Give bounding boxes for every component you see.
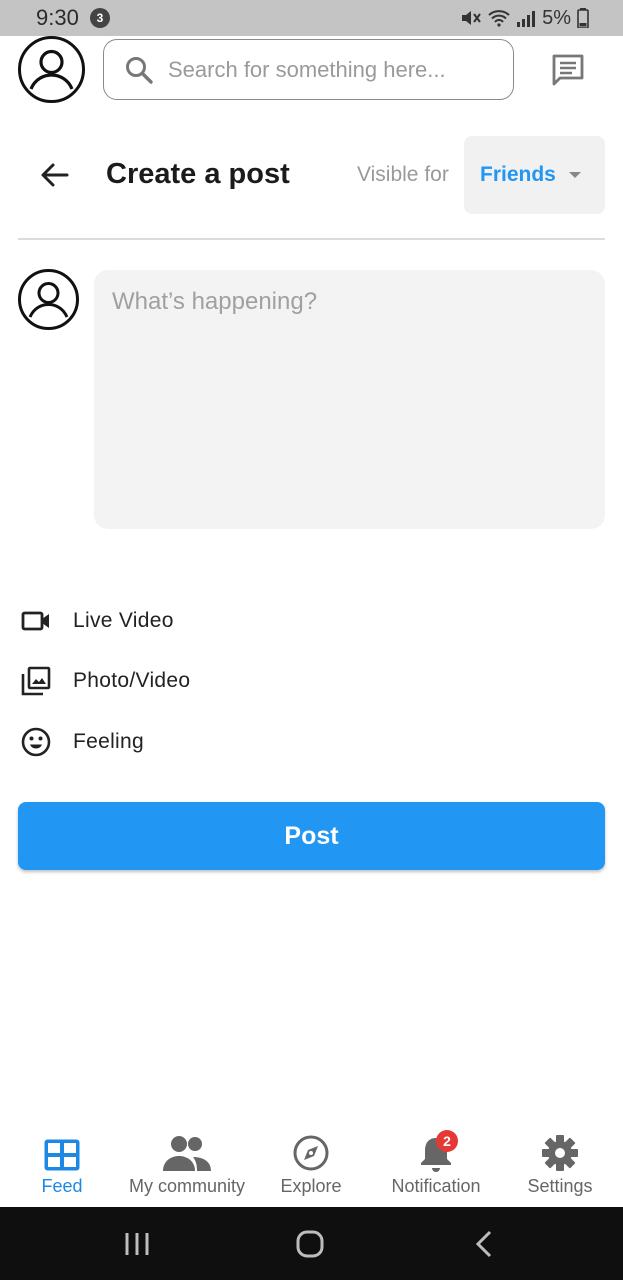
people-icon bbox=[163, 1128, 211, 1172]
system-navigation-bar bbox=[0, 1207, 623, 1280]
nav-label: Notification bbox=[391, 1176, 481, 1196]
search-box[interactable] bbox=[103, 39, 514, 100]
recent-apps-icon bbox=[125, 1233, 149, 1255]
search-input[interactable] bbox=[168, 56, 488, 83]
home-button[interactable] bbox=[294, 1229, 326, 1259]
nav-feed[interactable]: Feed bbox=[22, 1128, 102, 1207]
nav-explore[interactable]: Explore bbox=[271, 1128, 351, 1207]
user-avatar-icon bbox=[29, 49, 74, 90]
compass-icon bbox=[292, 1128, 330, 1172]
home-icon bbox=[296, 1230, 324, 1258]
visibility-dropdown[interactable]: Friends bbox=[464, 136, 605, 214]
battery-percent: 5% bbox=[542, 6, 571, 29]
notification-badge: 2 bbox=[436, 1130, 458, 1152]
recent-apps-button[interactable] bbox=[120, 1229, 154, 1259]
signal-icon bbox=[517, 11, 536, 27]
option-label: Live Video bbox=[73, 609, 174, 632]
option-label: Photo/Video bbox=[73, 669, 191, 692]
post-button[interactable]: Post bbox=[18, 802, 605, 870]
status-notification-count: 3 bbox=[90, 8, 110, 28]
option-live-video[interactable]: Live Video bbox=[18, 599, 418, 643]
visibility-value: Friends bbox=[480, 163, 556, 186]
bell-icon: 2 bbox=[418, 1128, 458, 1172]
status-time: 9:30 bbox=[36, 5, 79, 30]
nav-label: My community bbox=[128, 1176, 245, 1196]
messages-button[interactable] bbox=[550, 52, 586, 88]
option-photo-video[interactable]: Photo/Video bbox=[18, 659, 418, 703]
nav-label: Settings bbox=[527, 1176, 593, 1196]
back-button[interactable] bbox=[38, 158, 72, 192]
bottom-navigation: Feed My community Explore 2 Notification bbox=[0, 1128, 623, 1207]
post-text-input[interactable] bbox=[94, 270, 605, 529]
arrow-left-icon bbox=[41, 163, 69, 187]
nav-settings[interactable]: Settings bbox=[520, 1128, 600, 1207]
status-bar: 9:30 3 5% bbox=[0, 0, 623, 36]
nav-my-community[interactable]: My community bbox=[120, 1128, 254, 1207]
mute-icon bbox=[462, 11, 481, 25]
grid-icon bbox=[43, 1128, 81, 1172]
profile-avatar[interactable] bbox=[18, 36, 85, 103]
photo-library-icon bbox=[18, 663, 54, 699]
system-back-button[interactable] bbox=[470, 1229, 498, 1259]
battery-icon bbox=[577, 8, 589, 28]
nav-label: Feed bbox=[41, 1176, 83, 1196]
option-label: Feeling bbox=[73, 730, 144, 753]
wifi-icon bbox=[488, 10, 510, 27]
gear-icon bbox=[541, 1128, 579, 1172]
option-feeling[interactable]: Feeling bbox=[18, 720, 418, 764]
chat-icon bbox=[552, 54, 584, 86]
chevron-left-icon bbox=[475, 1230, 492, 1258]
video-camera-icon bbox=[18, 603, 54, 639]
page-title: Create a post bbox=[106, 158, 290, 190]
user-avatar-icon bbox=[28, 282, 69, 318]
status-icons: 5% bbox=[460, 6, 589, 30]
smiley-icon bbox=[18, 724, 54, 760]
nav-notification[interactable]: 2 Notification bbox=[384, 1128, 488, 1207]
visible-for-label: Visible for bbox=[357, 163, 449, 186]
post-author-avatar bbox=[18, 269, 79, 330]
header-divider bbox=[18, 238, 605, 240]
nav-label: Explore bbox=[280, 1176, 342, 1196]
caret-down-icon bbox=[569, 172, 581, 178]
search-icon bbox=[126, 56, 153, 84]
